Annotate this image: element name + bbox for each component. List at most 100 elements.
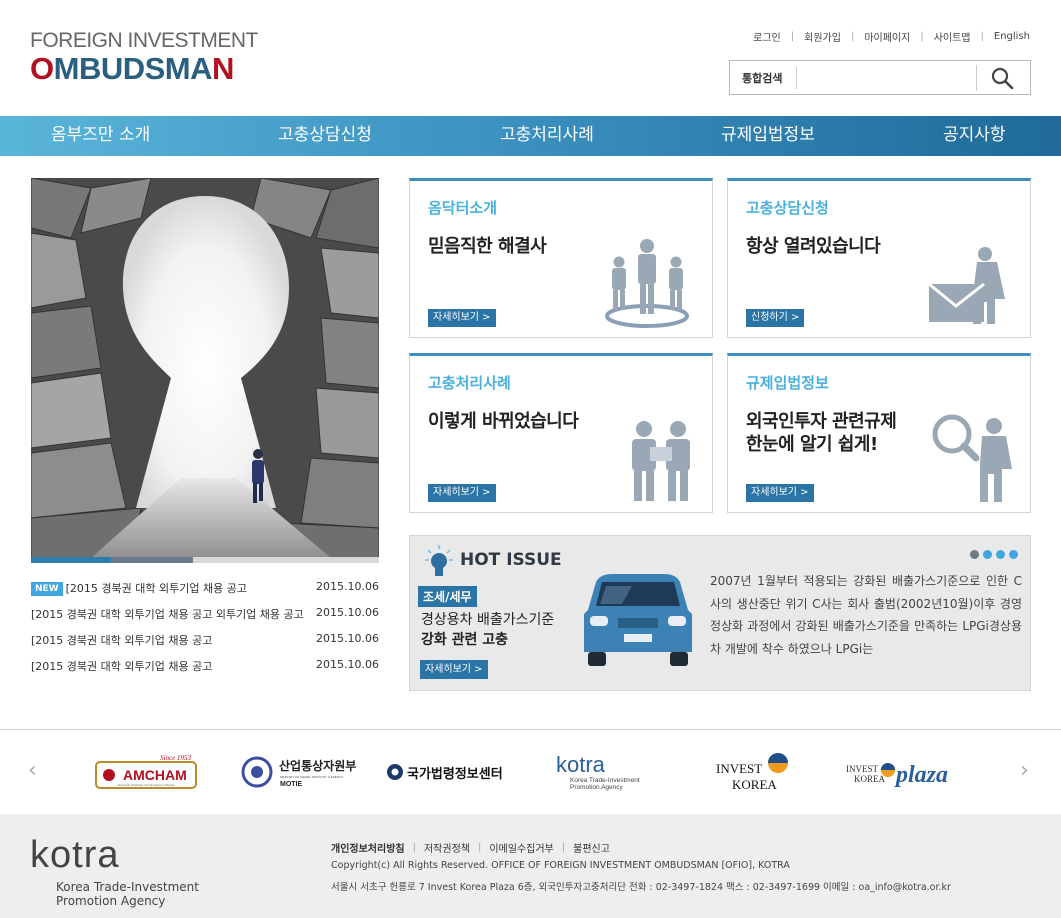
invest-korea-plaza-logo[interactable]: INVEST KOREA plaza: [846, 750, 966, 794]
two-people-icon: [632, 421, 690, 501]
nav-case-studies[interactable]: 고충처리사례: [500, 116, 594, 156]
news-title[interactable]: [2015 경북권 대학 외투기업 채용 공고: [66, 582, 247, 595]
svg-text:국가법령정보센터: 국가법령정보센터: [407, 766, 503, 782]
hero-slide-indicator[interactable]: [31, 557, 379, 563]
hot-issue-headline: 경상용차 배출가스기준 강화 관련 고충: [421, 612, 555, 648]
news-date: 2015.10.06: [316, 658, 379, 671]
search-icon: [991, 67, 1014, 90]
card-ombudsman-intro: 옴닥터소개 믿음직한 해결사 자세히보기 >: [409, 178, 713, 338]
card-more-button[interactable]: 자세히보기 >: [746, 484, 814, 502]
report-link[interactable]: 불편신고: [573, 840, 610, 855]
svg-text:KOREA: KOREA: [732, 777, 777, 792]
card-headline: 믿음직한 해결사: [428, 236, 547, 257]
news-date: 2015.10.06: [316, 580, 379, 593]
pager-dot[interactable]: [1009, 550, 1018, 559]
list-item[interactable]: [2015 경북권 대학 외투기업 채용 공고 2015.10.06: [31, 654, 379, 680]
card-consult-request: 고충상담신청 항상 열려있습니다 신청하기 >: [727, 178, 1031, 338]
header: FOREIGN INVESTMENT OMBUDSMAN 로그인 | 회원가입 | …: [0, 0, 1061, 116]
search-input[interactable]: [800, 65, 974, 91]
news-date: 2015.10.06: [316, 606, 379, 619]
footer-logo-word: kotra: [30, 834, 120, 876]
svg-text:Korea Trade-Investment: Korea Trade-Investment: [570, 777, 640, 784]
invest-korea-logo[interactable]: INVEST KOREA: [716, 750, 794, 794]
search-button[interactable]: [982, 64, 1022, 92]
svg-text:plaza: plaza: [894, 762, 948, 788]
lightbulb-icon: [425, 545, 453, 576]
list-item[interactable]: [2015 경북권 대학 외투기업 채용 공고 2015.10.06: [31, 628, 379, 654]
site-logo[interactable]: FOREIGN INVESTMENT OMBUDSMAN: [30, 30, 258, 86]
nav-notices[interactable]: 공지사항: [943, 116, 1006, 156]
card-more-button[interactable]: 자세히보기 >: [428, 484, 496, 502]
utility-menu: 로그인 | 회원가입 | 마이페이지 | 사이트맵 | English: [753, 29, 1030, 44]
card-category: 고충상담신청: [746, 199, 829, 217]
sitemap-link[interactable]: 사이트맵: [934, 29, 971, 44]
copyright-policy-link[interactable]: 저작권정책: [424, 840, 470, 855]
login-link[interactable]: 로그인: [753, 29, 781, 44]
card-more-button[interactable]: 자세히보기 >: [428, 309, 496, 327]
list-item[interactable]: NEW [2015 경북권 대학 외투기업 채용 공고 2015.10.06: [31, 576, 379, 602]
hero-image[interactable]: [31, 178, 379, 558]
motie-logo[interactable]: 산업통상자원부 MINISTRY OF TRADE, INDUSTRY & EN…: [241, 750, 357, 794]
hot-issue-category: 조세/세무: [418, 586, 477, 607]
card-category: 고충처리사례: [428, 374, 511, 392]
magnifier-man-icon: [932, 414, 1012, 502]
card-category: 옴닥터소개: [428, 199, 498, 217]
news-title[interactable]: [2015 경북권 대학 외투기업 채용 공고: [31, 632, 212, 648]
chevron-right-icon[interactable]: ›: [1020, 758, 1029, 783]
svg-text:Promotion Agency: Promotion Agency: [570, 784, 624, 791]
footer-logo: kotra Korea Trade-Investment Promotion Ag…: [30, 834, 199, 908]
privacy-policy-link[interactable]: 개인정보처리방침: [331, 840, 405, 855]
keyhole-illustration: [31, 178, 379, 558]
footer-links: 개인정보처리방침 | 저작권정책 | 이메일수집거부 | 불편신고: [331, 840, 610, 855]
new-badge: NEW: [31, 582, 63, 596]
card-headline: 외국인투자 관련규제 한눈에 알기 쉽게!: [746, 411, 897, 455]
english-link[interactable]: English: [994, 31, 1030, 42]
card-headline: 이렇게 바뀌었습니다: [428, 411, 579, 432]
hot-issue-pager: [970, 550, 1018, 559]
svg-text:AMCHAM: AMCHAM: [123, 767, 187, 783]
partner-banner: ‹ Since 1953 AMCHAM American Chamber of …: [0, 729, 1061, 814]
nav-ombudsman-intro[interactable]: 옴부즈만 소개: [51, 116, 150, 156]
footer-logo-sub: Korea Trade-Investment Promotion Agency: [56, 880, 199, 908]
pager-dot[interactable]: [983, 550, 992, 559]
pager-dot[interactable]: [970, 550, 979, 559]
businessmen-icon: [605, 239, 689, 328]
svg-text:MINISTRY OF TRADE, INDUSTRY &: MINISTRY OF TRADE, INDUSTRY & ENERGY: [280, 775, 343, 779]
svg-text:kotra: kotra: [556, 752, 606, 777]
hot-issue-body: 2007년 1월부터 적용되는 강화된 배출가스기준으로 인한 C사의 생산중단…: [710, 574, 1022, 656]
svg-text:American Chamber of Commerce i: American Chamber of Commerce in Korea: [118, 783, 175, 787]
nav-consult-request[interactable]: 고충상담신청: [278, 116, 372, 156]
footer-address: 서울시 서초구 헌릉로 7 Invest Korea Plaza 6층, 외국인…: [331, 882, 951, 893]
nav-regulation-info[interactable]: 규제입법정보: [721, 116, 815, 156]
card-category: 규제입법정보: [746, 374, 829, 392]
card-headline: 항상 열려있습니다: [746, 236, 881, 257]
news-list: NEW [2015 경북권 대학 외투기업 채용 공고 2015.10.06 [2…: [31, 576, 379, 680]
card-apply-button[interactable]: 신청하기 >: [746, 309, 805, 327]
hot-issue-panel: HOT ISSUE 조세/세무 경상용차 배출가스기준 강화 관련 고충 자세히보…: [409, 535, 1031, 691]
svg-text:INVEST: INVEST: [716, 761, 762, 776]
footer: kotra Korea Trade-Investment Promotion Ag…: [0, 814, 1061, 918]
svg-text:MOTIE: MOTIE: [280, 781, 302, 788]
card-regulation-info: 규제입법정보 외국인투자 관련규제 한눈에 알기 쉽게! 자세히보기 >: [727, 353, 1031, 513]
news-title[interactable]: [2015 경북권 대학 외투기업 채용 공고 외투기업 채용 공고: [31, 606, 304, 622]
card-case-studies: 고충처리사례 이렇게 바뀌었습니다 자세히보기 >: [409, 353, 713, 513]
svg-text:KOREA: KOREA: [854, 774, 885, 784]
search-label: 통합검색: [742, 72, 783, 85]
amcham-logo[interactable]: Since 1953 AMCHAM American Chamber of Co…: [95, 750, 197, 794]
kotra-partner-logo[interactable]: kotra Korea Trade-Investment Promotion A…: [556, 750, 648, 794]
footer-copyright: Copyright(c) All Rights Reserved. OFFICE…: [331, 860, 790, 871]
svg-text:Since 1953: Since 1953: [160, 754, 191, 762]
email-refusal-link[interactable]: 이메일수집거부: [489, 840, 553, 855]
news-title[interactable]: [2015 경북권 대학 외투기업 채용 공고: [31, 658, 212, 674]
chevron-left-icon[interactable]: ‹: [28, 758, 37, 783]
svg-text:산업통상자원부: 산업통상자원부: [279, 758, 356, 773]
logo-line2: OMBUDSMAN: [30, 51, 234, 86]
mypage-link[interactable]: 마이페이지: [864, 29, 910, 44]
hot-issue-more-button[interactable]: 자세히보기 >: [420, 660, 488, 679]
list-item[interactable]: [2015 경북권 대학 외투기업 채용 공고 외투기업 채용 공고 2015.…: [31, 602, 379, 628]
main-nav: 옴부즈만 소개 고충상담신청 고충처리사례 규제입법정보 공지사항: [0, 116, 1061, 156]
signup-link[interactable]: 회원가입: [804, 29, 841, 44]
search-box: 통합검색: [729, 60, 1031, 95]
law-info-center-logo[interactable]: 국가법령정보센터: [385, 750, 519, 794]
pager-dot[interactable]: [996, 550, 1005, 559]
